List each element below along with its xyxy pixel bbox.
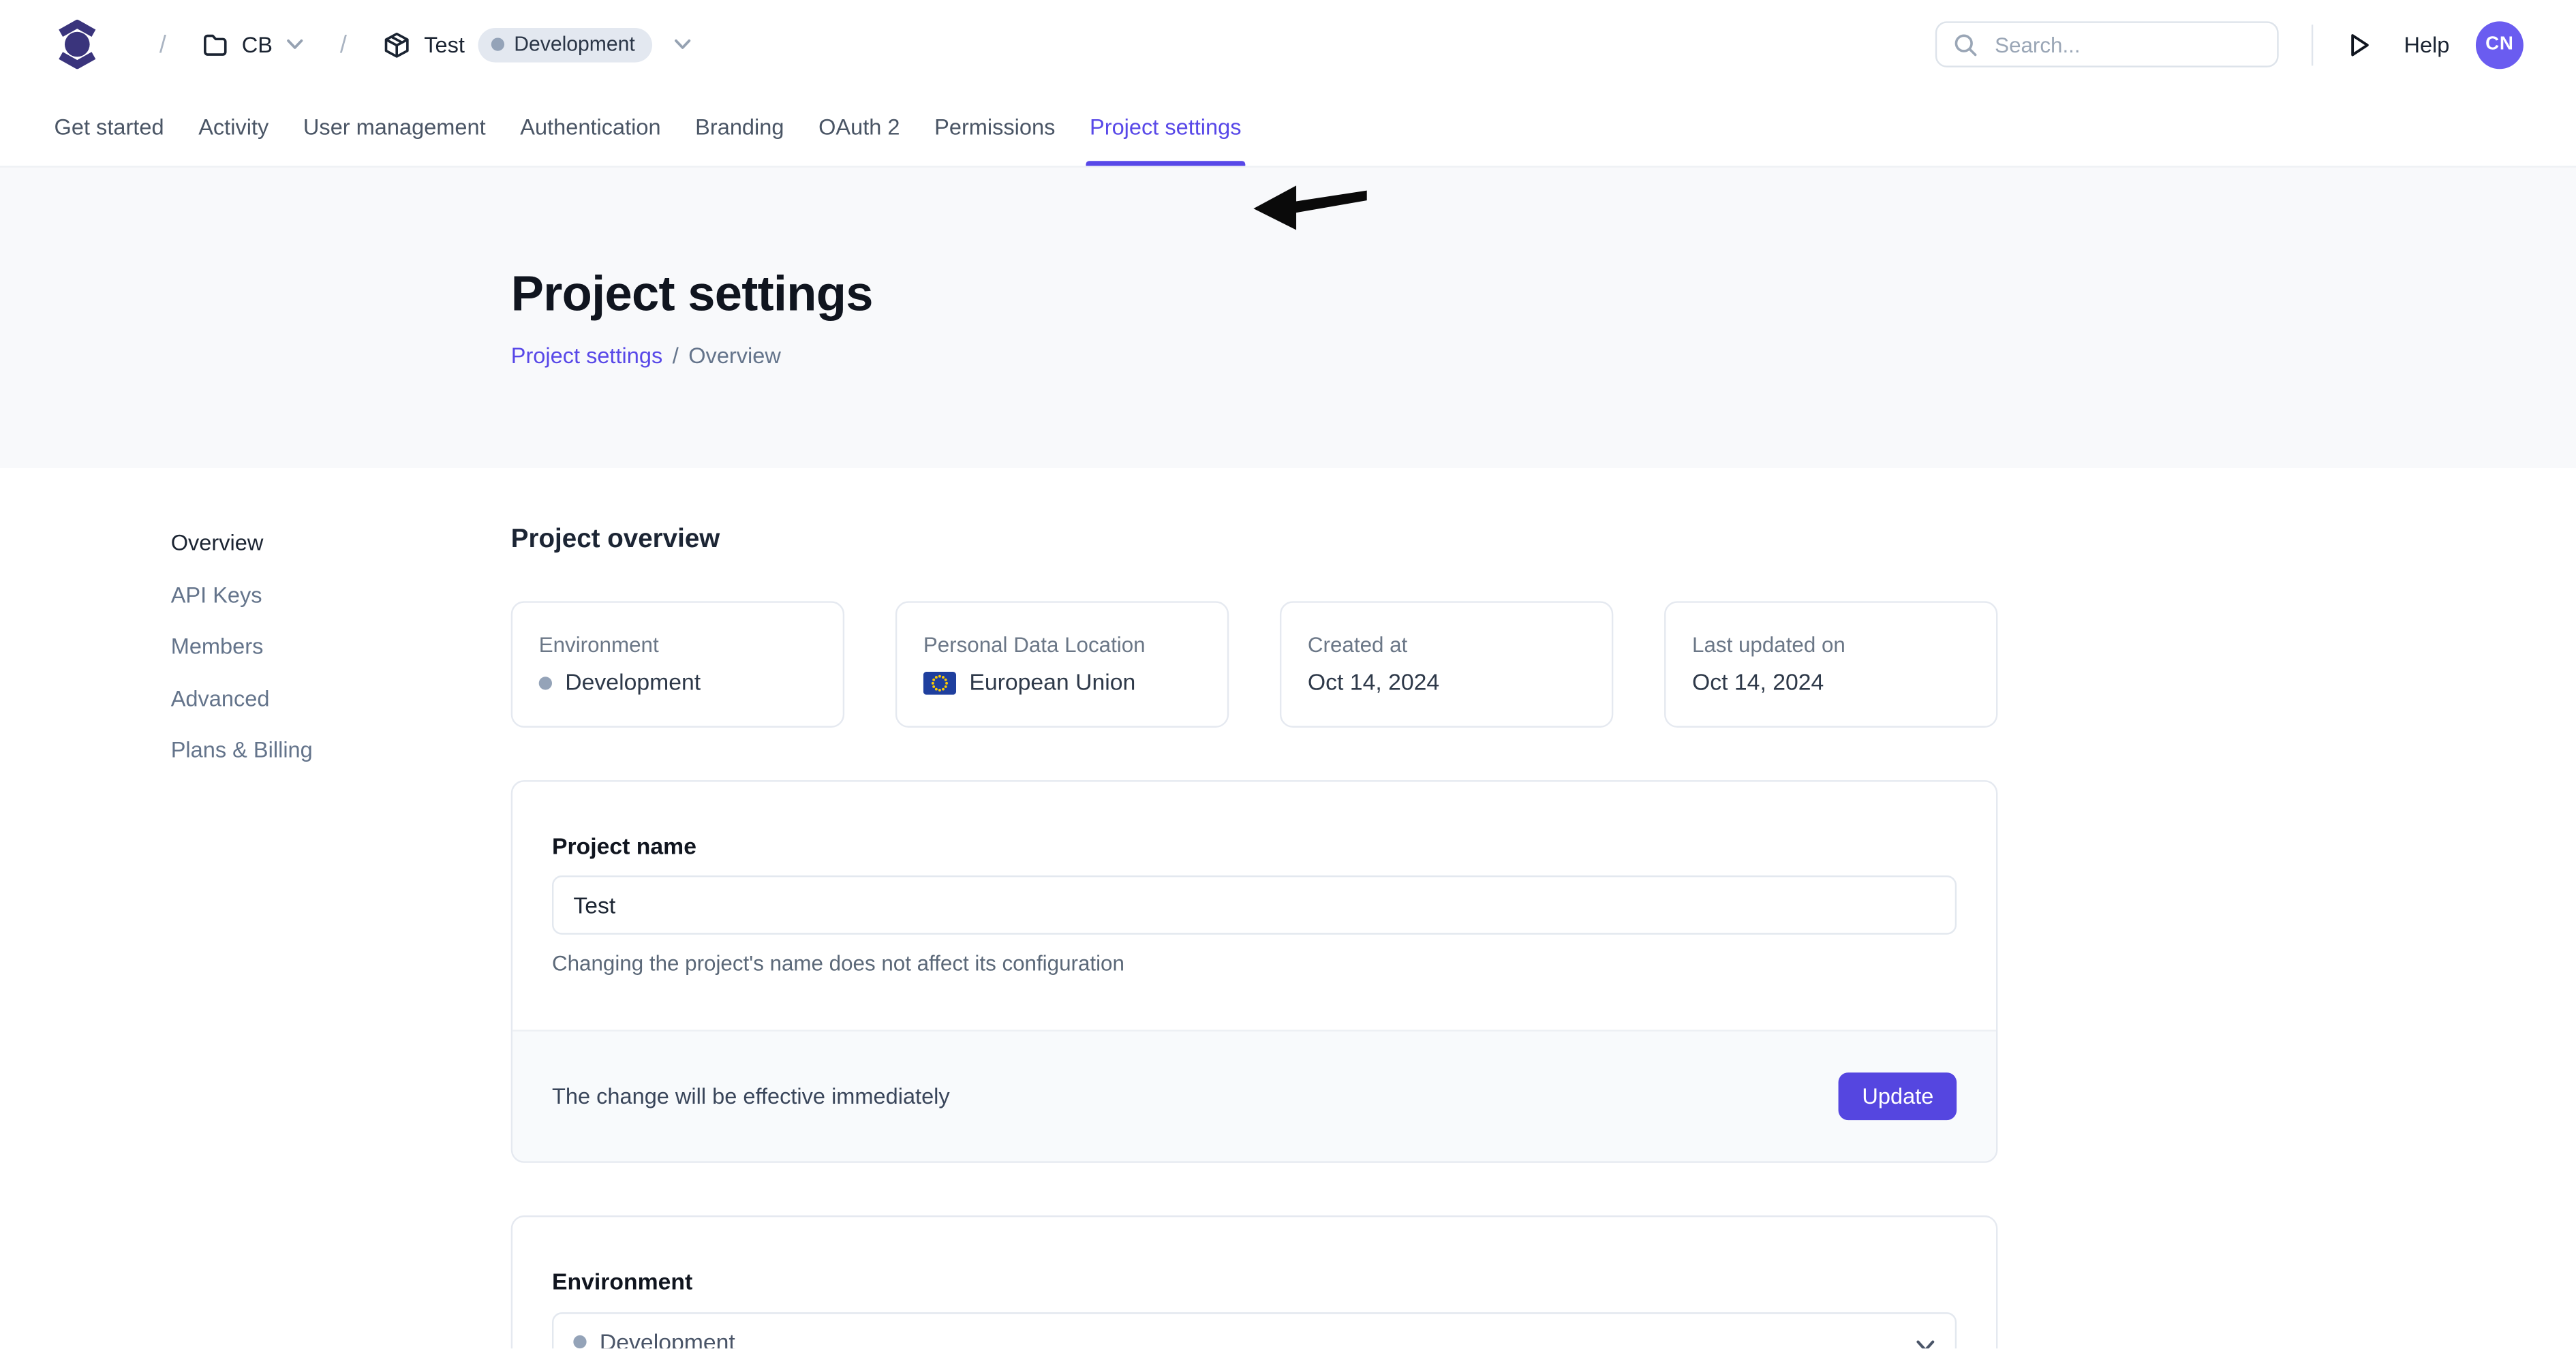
folder-icon xyxy=(202,32,229,57)
tab-project-settings[interactable]: Project settings xyxy=(1088,89,1243,166)
update-button[interactable]: Update xyxy=(1839,1072,1957,1120)
card-environment: Environment Development xyxy=(511,601,844,728)
breadcrumb-separator: / xyxy=(340,31,347,59)
project-label: Test xyxy=(424,32,465,57)
breadcrumb-separator: / xyxy=(673,343,679,368)
card-label: Personal Data Location xyxy=(923,634,1201,655)
card-label: Environment xyxy=(539,634,816,655)
chevron-down-icon xyxy=(286,37,304,50)
sidebar-item-advanced[interactable]: Advanced xyxy=(171,687,511,711)
status-dot-icon xyxy=(539,676,552,689)
tab-activity[interactable]: Activity xyxy=(197,89,271,166)
play-icon[interactable] xyxy=(2346,31,2373,59)
footer-note: The change will be effective immediately xyxy=(552,1084,950,1108)
header-divider xyxy=(2312,24,2313,65)
content-area: Overview API Keys Members Advanced Plans… xyxy=(0,468,2576,1349)
org-label: CB xyxy=(242,32,273,57)
avatar[interactable]: CN xyxy=(2476,20,2524,68)
sidebar-item-plans-billing[interactable]: Plans & Billing xyxy=(171,739,511,762)
environment-badge: Development xyxy=(478,27,651,62)
card-label: Last updated on xyxy=(1692,634,1969,655)
card-last-updated: Last updated on Oct 14, 2024 xyxy=(1664,601,1997,728)
project-name-helper: Changing the project's name does not aff… xyxy=(552,952,1957,976)
status-dot-icon xyxy=(491,37,504,50)
info-cards-row: Environment Development Personal Data Lo… xyxy=(511,601,1998,728)
environment-label: Environment xyxy=(552,1269,1957,1292)
sidebar-item-api-keys[interactable]: API Keys xyxy=(171,584,511,607)
page-hero: Project settings Project settings / Over… xyxy=(0,168,2576,468)
help-button[interactable]: Help xyxy=(2404,32,2449,57)
environment-select-value: Development xyxy=(600,1329,735,1349)
breadcrumb-separator: / xyxy=(159,31,166,59)
chevron-down-icon xyxy=(1916,1332,1935,1349)
card-personal-data-location: Personal Data Location xyxy=(895,601,1229,728)
environment-panel: Environment Development xyxy=(511,1215,1998,1349)
project-switcher[interactable]: Test Development xyxy=(383,27,691,62)
tab-branding[interactable]: Branding xyxy=(694,89,786,166)
card-value: Oct 14, 2024 xyxy=(1308,670,1585,695)
project-name-label: Project name xyxy=(552,835,1957,858)
app-window: / CB / Te xyxy=(0,0,2576,1349)
project-name-body: Project name Changing the project's name… xyxy=(512,781,1996,1029)
settings-sidebar: Overview API Keys Members Advanced Plans… xyxy=(171,527,511,1349)
tab-authentication[interactable]: Authentication xyxy=(519,89,662,166)
card-value: European Union xyxy=(923,670,1201,695)
main-panel: Project overview Environment Development… xyxy=(511,527,1998,1349)
eu-flag-icon xyxy=(923,671,956,694)
primary-nav: Get started Activity User management Aut… xyxy=(0,89,2576,168)
breadcrumb-current: Overview xyxy=(688,343,781,368)
search-input[interactable] xyxy=(1991,31,2260,59)
breadcrumb-link-project-settings[interactable]: Project settings xyxy=(511,343,663,368)
chevron-down-icon xyxy=(673,37,691,50)
header-breadcrumb: / CB / Te xyxy=(55,20,691,69)
sidebar-item-members[interactable]: Members xyxy=(171,636,511,659)
search-box[interactable] xyxy=(1935,21,2279,67)
sidebar-item-overview[interactable]: Overview xyxy=(171,532,511,555)
project-name-footer: The change will be effective immediately… xyxy=(512,1030,1996,1162)
card-label: Created at xyxy=(1308,634,1585,655)
page-title: Project settings xyxy=(511,268,2576,322)
tab-get-started[interactable]: Get started xyxy=(52,89,166,166)
app-logo[interactable] xyxy=(55,20,100,69)
search-icon xyxy=(1954,32,1978,57)
breadcrumb: Project settings / Overview xyxy=(511,343,2576,368)
tab-oauth2[interactable]: OAuth 2 xyxy=(817,89,902,166)
project-name-input[interactable] xyxy=(552,875,1957,935)
org-switcher[interactable]: CB xyxy=(202,32,304,57)
header-actions: Help CN xyxy=(1935,20,2523,68)
environment-select[interactable]: Development xyxy=(552,1312,1957,1349)
status-dot-icon xyxy=(573,1335,586,1348)
environment-badge-label: Development xyxy=(514,33,635,56)
project-name-panel: Project name Changing the project's name… xyxy=(511,780,1998,1163)
card-created-at: Created at Oct 14, 2024 xyxy=(1280,601,1613,728)
top-header: / CB / Te xyxy=(0,0,2576,89)
package-icon xyxy=(383,31,411,59)
card-value: Development xyxy=(539,670,816,695)
card-value: Oct 14, 2024 xyxy=(1692,670,1969,695)
section-title: Project overview xyxy=(511,527,1998,554)
tab-user-management[interactable]: User management xyxy=(302,89,488,166)
environment-body: Environment Development xyxy=(512,1217,1996,1349)
tab-permissions[interactable]: Permissions xyxy=(933,89,1057,166)
